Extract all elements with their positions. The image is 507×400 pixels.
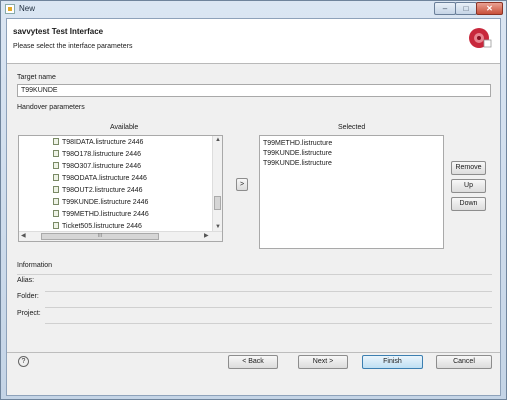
- target-name-label: Target name: [17, 74, 56, 81]
- available-horizontal-scrollbar[interactable]: ◀ III ▶: [19, 231, 222, 241]
- available-item-label: T99KUNDE.listructure 2446: [62, 199, 149, 206]
- title-bar[interactable]: New – □ ✕: [1, 1, 506, 17]
- scroll-up-arrow-icon[interactable]: ▲: [215, 136, 221, 145]
- available-list[interactable]: T98IDATA.listructure 2446 T98O178.listruc…: [18, 135, 223, 242]
- alias-label: Alias:: [17, 277, 35, 284]
- file-icon: [53, 198, 59, 205]
- footer-divider: [7, 352, 500, 353]
- file-icon: [53, 174, 59, 181]
- up-button[interactable]: Up: [451, 179, 486, 193]
- add-button[interactable]: >: [236, 178, 248, 191]
- maximize-button[interactable]: □: [455, 2, 477, 15]
- information-divider: [17, 274, 492, 275]
- file-icon: [53, 222, 59, 229]
- scroll-right-arrow-icon[interactable]: ▶: [204, 231, 209, 241]
- available-list-item[interactable]: T99KUNDE.listructure 2446: [53, 198, 148, 208]
- selected-label: Selected: [338, 124, 366, 131]
- available-list-item[interactable]: T99METHD.listructure 2446: [53, 210, 149, 220]
- available-item-label: T98IDATA.listructure 2446: [62, 139, 144, 146]
- available-item-label: T98OUT2.listructure 2446: [62, 187, 143, 194]
- scroll-left-arrow-icon[interactable]: ◀: [21, 231, 26, 241]
- minimize-button[interactable]: –: [434, 2, 456, 15]
- available-item-label: T98O307.listructure 2446: [62, 163, 141, 170]
- file-icon: [53, 210, 59, 217]
- dialog-content: savvytest Test Interface Please select t…: [6, 18, 501, 396]
- folder-label: Folder:: [17, 293, 39, 300]
- file-icon: [53, 150, 59, 157]
- available-vertical-scrollbar[interactable]: ▲ ▼: [212, 136, 222, 233]
- cancel-button[interactable]: Cancel: [436, 355, 492, 369]
- alias-divider: [45, 291, 492, 292]
- available-label: Available: [110, 124, 139, 131]
- available-item-label: T98O178.listructure 2446: [62, 151, 141, 158]
- project-label: Project:: [17, 310, 41, 317]
- banner: savvytest Test Interface Please select t…: [7, 19, 500, 64]
- available-list-item[interactable]: T98O307.listructure 2446: [53, 162, 141, 172]
- file-icon: [53, 186, 59, 193]
- available-list-item[interactable]: T98OUT2.listructure 2446: [53, 186, 143, 196]
- selected-list[interactable]: T99METHD.listructure T99KUNDE.listructure…: [259, 135, 444, 249]
- back-button[interactable]: < Back: [228, 355, 278, 369]
- window-title: New: [19, 4, 36, 13]
- close-button[interactable]: ✕: [476, 2, 503, 15]
- selected-list-item[interactable]: T99KUNDE.listructure: [263, 149, 332, 159]
- available-list-item[interactable]: T98O178.listructure 2446: [53, 150, 141, 160]
- window-icon: [5, 4, 15, 14]
- project-divider: [45, 323, 492, 324]
- selected-list-item[interactable]: T99KUNDE.listructure: [263, 159, 332, 169]
- available-list-item[interactable]: T98IDATA.listructure 2446: [53, 138, 143, 148]
- banner-title: savvytest Test Interface: [13, 27, 104, 36]
- remove-button[interactable]: Remove: [451, 161, 486, 175]
- available-item-label: T98ODATA.listructure 2446: [62, 175, 147, 182]
- available-list-item[interactable]: T98ODATA.listructure 2446: [53, 174, 147, 184]
- folder-divider: [45, 307, 492, 308]
- next-button[interactable]: Next >: [298, 355, 348, 369]
- banner-subtitle: Please select the interface parameters: [13, 43, 133, 50]
- file-icon: [53, 162, 59, 169]
- information-label: Information: [17, 262, 53, 269]
- available-item-label: T99METHD.listructure 2446: [62, 211, 149, 218]
- selected-list-item[interactable]: T99METHD.listructure: [263, 139, 332, 149]
- horizontal-scroll-thumb[interactable]: III: [41, 233, 159, 240]
- target-name-input[interactable]: T99KUNDE: [17, 84, 491, 97]
- available-item-label: Ticket505.listructure 2446: [62, 223, 142, 230]
- down-button[interactable]: Down: [451, 197, 486, 211]
- file-icon: [53, 138, 59, 145]
- logo-icon: [469, 28, 492, 48]
- vertical-scroll-thumb[interactable]: [214, 196, 221, 210]
- handover-parameters-label: Handover parameters: [17, 104, 85, 111]
- help-icon[interactable]: ?: [18, 356, 29, 367]
- finish-button[interactable]: Finish: [362, 355, 423, 369]
- dialog-window: New – □ ✕ savvytest Test Interface Pleas…: [0, 0, 507, 400]
